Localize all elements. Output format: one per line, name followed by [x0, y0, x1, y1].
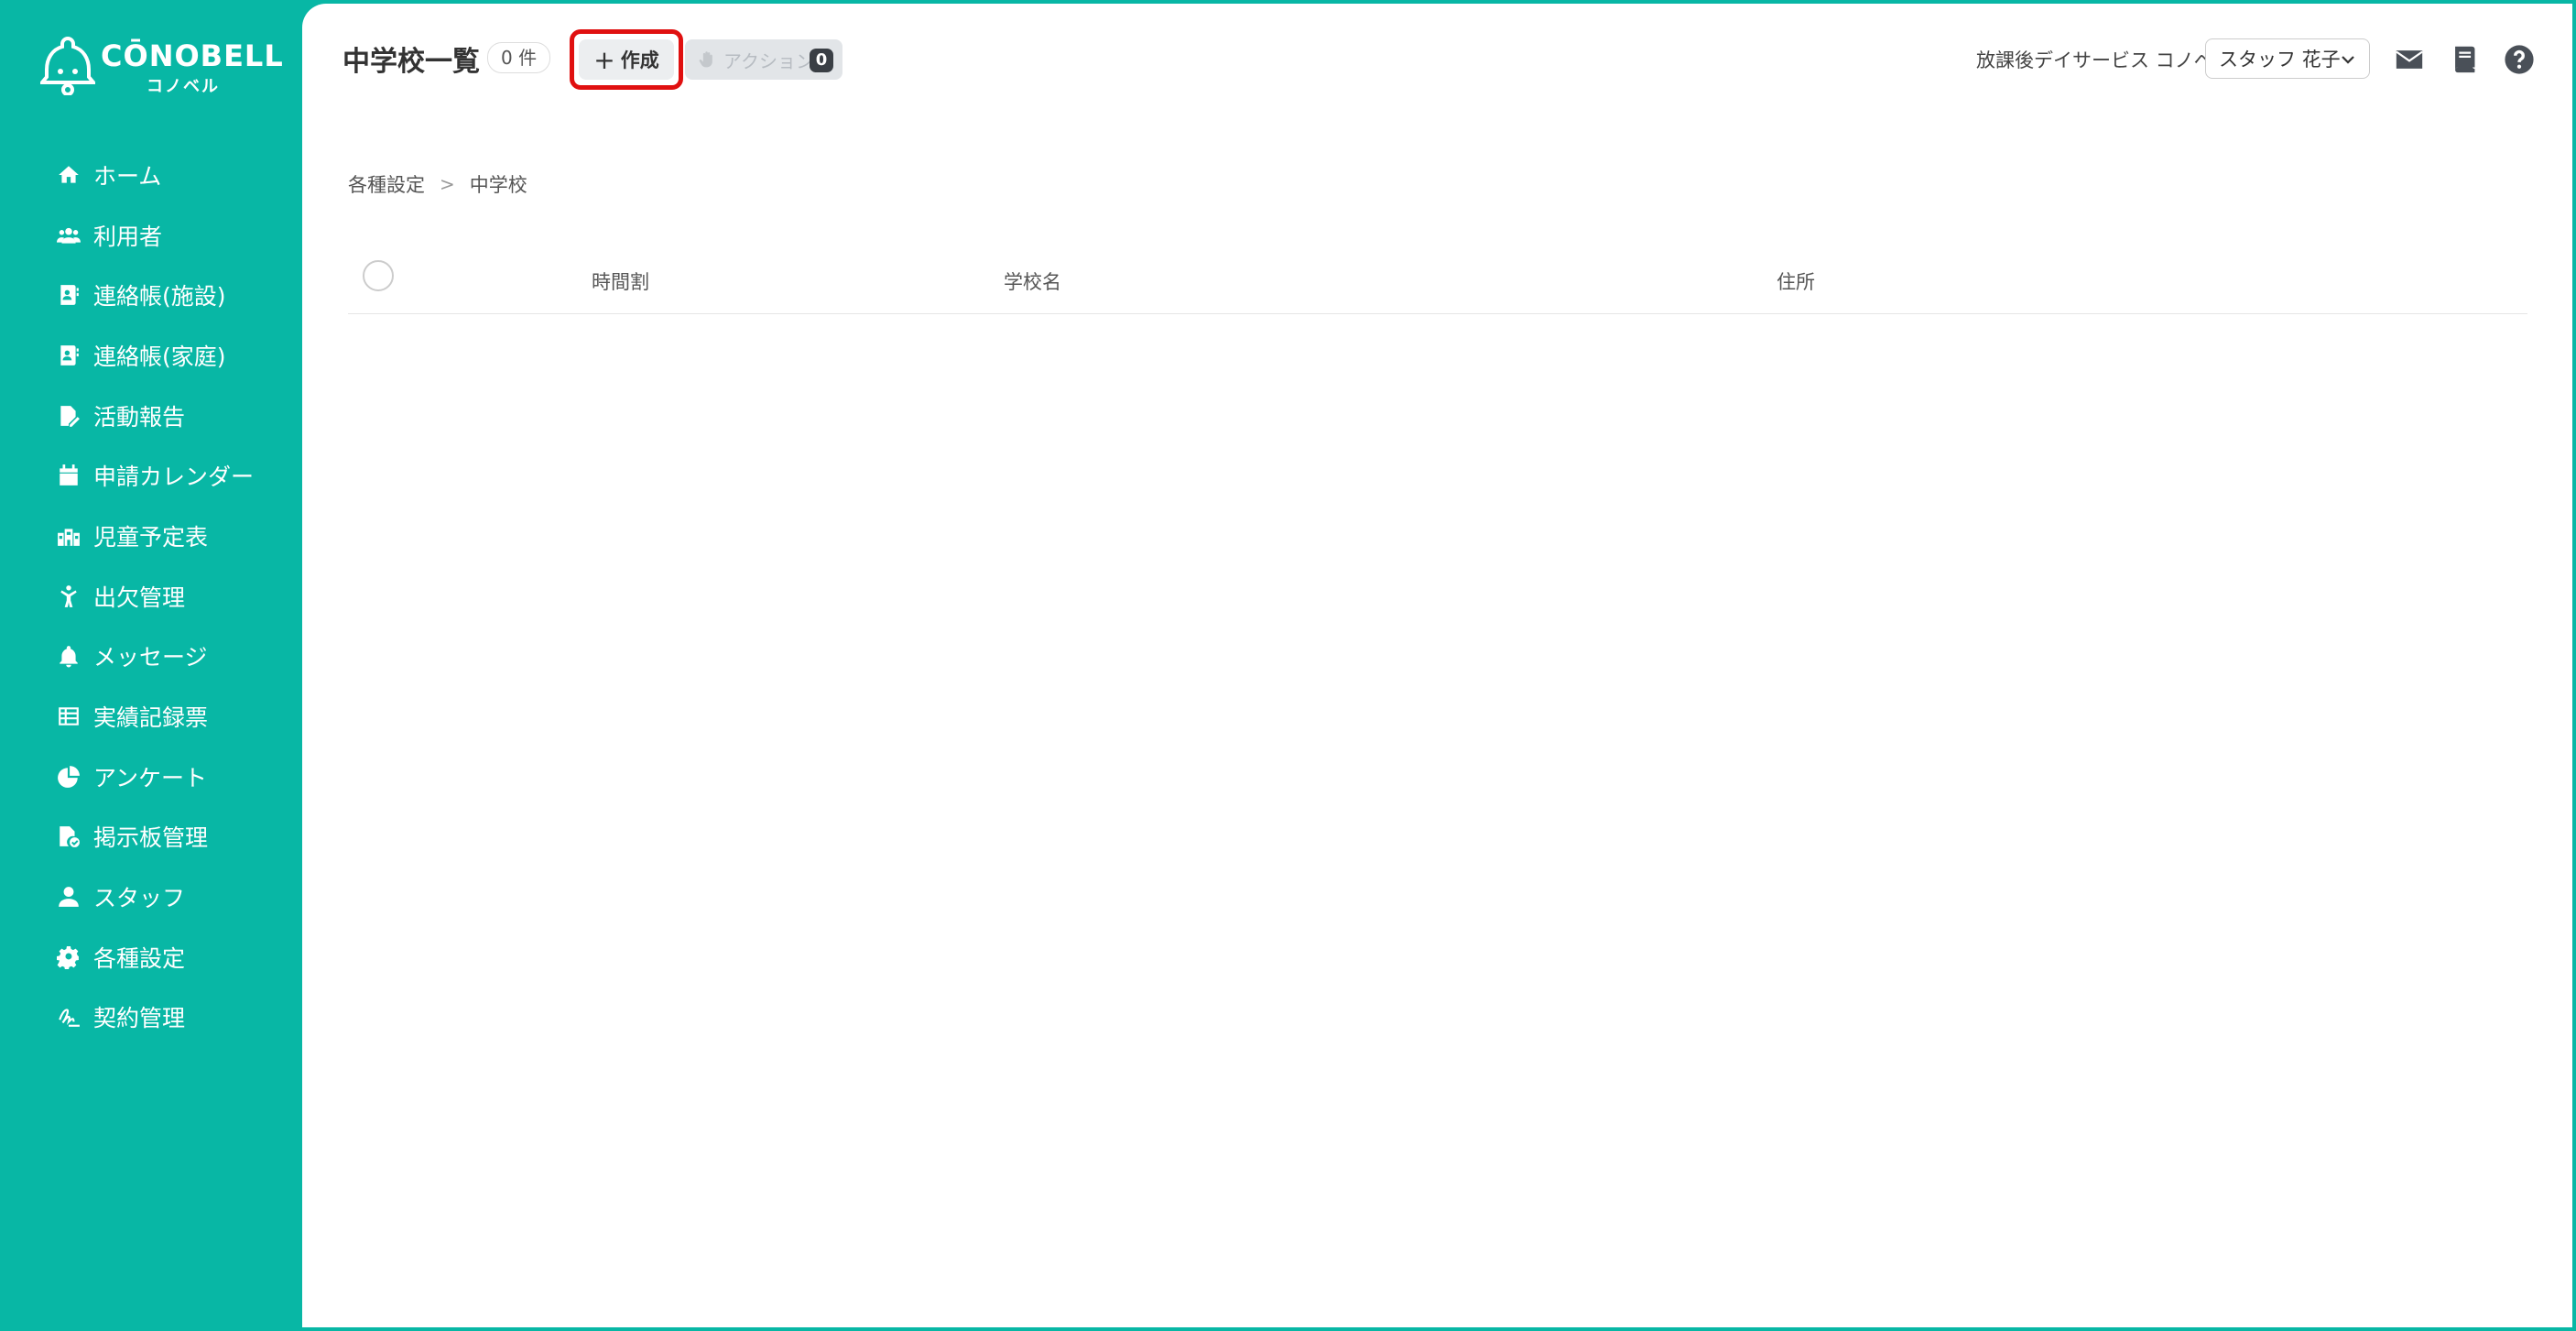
report-edit-icon — [57, 404, 81, 428]
help-icon[interactable] — [2504, 44, 2535, 75]
staff-select-value: スタッフ 花子 — [2219, 49, 2341, 71]
pie-chart-icon — [57, 765, 81, 789]
sidebar-item-label: ホーム — [93, 162, 162, 190]
facility-name: 放課後デイサービス コノベル — [1976, 49, 2233, 71]
sidebar-item-calendar[interactable]: 申請カレンダー — [0, 445, 302, 506]
bell-logo-icon — [38, 35, 98, 96]
staff-icon — [57, 885, 81, 909]
bell-icon — [57, 644, 81, 668]
sidebar-item-label: 連絡帳(施設) — [93, 283, 226, 311]
file-check-icon — [57, 824, 81, 848]
sidebar-item-settings[interactable]: 各種設定 — [0, 927, 302, 987]
contact-book-icon — [57, 283, 81, 307]
sidebar-item-contact-home[interactable]: 連絡帳(家庭) — [0, 325, 302, 386]
sidebar-item-users[interactable]: 利用者 — [0, 205, 302, 266]
create-button[interactable]: + 作成 — [579, 39, 674, 80]
main-panel: 中学校一覧 0 件 + 作成 アクション 0 放課後デイサービス コノベル スタ… — [302, 4, 2572, 1327]
sidebar-item-performance-record[interactable]: 実績記録票 — [0, 686, 302, 747]
sidebar-item-label: スタッフ — [93, 885, 186, 912]
sidebar-item-bulletin-board[interactable]: 掲示板管理 — [0, 807, 302, 867]
brand-name: CŌNOBELL — [101, 38, 284, 73]
chevron-right-icon: > — [440, 173, 455, 195]
users-icon — [57, 224, 81, 247]
sidebar: CŌNOBELL コノベル ホーム 利用者 連絡帳(施設) 連絡帳(家庭) 活動… — [0, 0, 302, 1331]
sidebar-item-label: 掲示板管理 — [93, 824, 209, 852]
sidebar-item-label: 児童予定表 — [93, 523, 209, 551]
home-icon — [57, 163, 81, 187]
sidebar-item-survey[interactable]: アンケート — [0, 747, 302, 807]
count-badge: 0 件 — [487, 42, 551, 73]
sidebar-item-label: 活動報告 — [93, 403, 186, 431]
table-header: 時間割 学校名 住所 — [348, 249, 2527, 314]
table-icon — [57, 704, 81, 728]
sidebar-item-activity-report[interactable]: 活動報告 — [0, 386, 302, 446]
sidebar-item-label: 契約管理 — [93, 1005, 186, 1032]
sidebar-item-attendance[interactable]: 出欠管理 — [0, 566, 302, 627]
column-header-school-name[interactable]: 学校名 — [1004, 267, 1061, 295]
sidebar-item-contact-facility[interactable]: 連絡帳(施設) — [0, 265, 302, 325]
brand-kana: コノベル — [147, 77, 220, 96]
action-count-badge: 0 — [810, 49, 833, 72]
column-header-address[interactable]: 住所 — [1777, 267, 1815, 295]
sidebar-item-label: 各種設定 — [93, 944, 186, 972]
book-icon[interactable] — [2449, 44, 2480, 75]
calendar-icon — [57, 464, 81, 487]
action-button-label: アクション — [723, 49, 814, 72]
sidebar-item-label: 申請カレンダー — [93, 464, 255, 491]
gear-icon — [57, 945, 81, 969]
staff-select[interactable]: スタッフ 花子 — [2205, 38, 2370, 79]
sidebar-item-staff[interactable]: スタッフ — [0, 867, 302, 927]
sidebar-item-home[interactable]: ホーム — [0, 145, 302, 205]
school-icon — [57, 524, 81, 548]
breadcrumb-junior-high: 中学校 — [469, 174, 527, 196]
contact-book-icon — [57, 344, 81, 367]
sidebar-item-label: メッセージ — [93, 644, 208, 671]
sidebar-item-label: 実績記録票 — [93, 704, 209, 732]
breadcrumb-settings[interactable]: 各種設定 — [348, 170, 425, 198]
column-header-timetable[interactable]: 時間割 — [592, 267, 649, 295]
person-icon — [57, 584, 81, 608]
header: 中学校一覧 0 件 + 作成 アクション 0 放課後デイサービス コノベル スタ… — [302, 4, 2572, 114]
create-button-label: 作成 — [620, 49, 659, 71]
signature-icon — [57, 1005, 81, 1029]
action-button[interactable]: アクション 0 — [685, 39, 842, 80]
sidebar-item-child-schedule[interactable]: 児童予定表 — [0, 506, 302, 566]
mail-icon[interactable] — [2394, 44, 2425, 75]
plus-icon: + — [593, 44, 615, 75]
sidebar-item-label: 利用者 — [93, 223, 163, 250]
sidebar-item-label: 連絡帳(家庭) — [93, 343, 226, 370]
page-title: 中学校一覧 — [342, 46, 480, 78]
sidebar-item-messages[interactable]: メッセージ — [0, 627, 302, 687]
hand-icon — [698, 50, 716, 69]
chevron-down-icon — [2340, 50, 2356, 67]
sidebar-item-label: アンケート — [93, 764, 208, 791]
sidebar-item-contract[interactable]: 契約管理 — [0, 987, 302, 1048]
sidebar-nav: ホーム 利用者 連絡帳(施設) 連絡帳(家庭) 活動報告 申請カレンダー 児童予… — [0, 145, 302, 1047]
sidebar-item-label: 出欠管理 — [93, 584, 186, 611]
logo[interactable]: CŌNOBELL コノベル — [38, 35, 283, 96]
breadcrumb: 各種設定 > 中学校 — [348, 170, 527, 198]
select-all-checkbox[interactable] — [363, 260, 394, 291]
